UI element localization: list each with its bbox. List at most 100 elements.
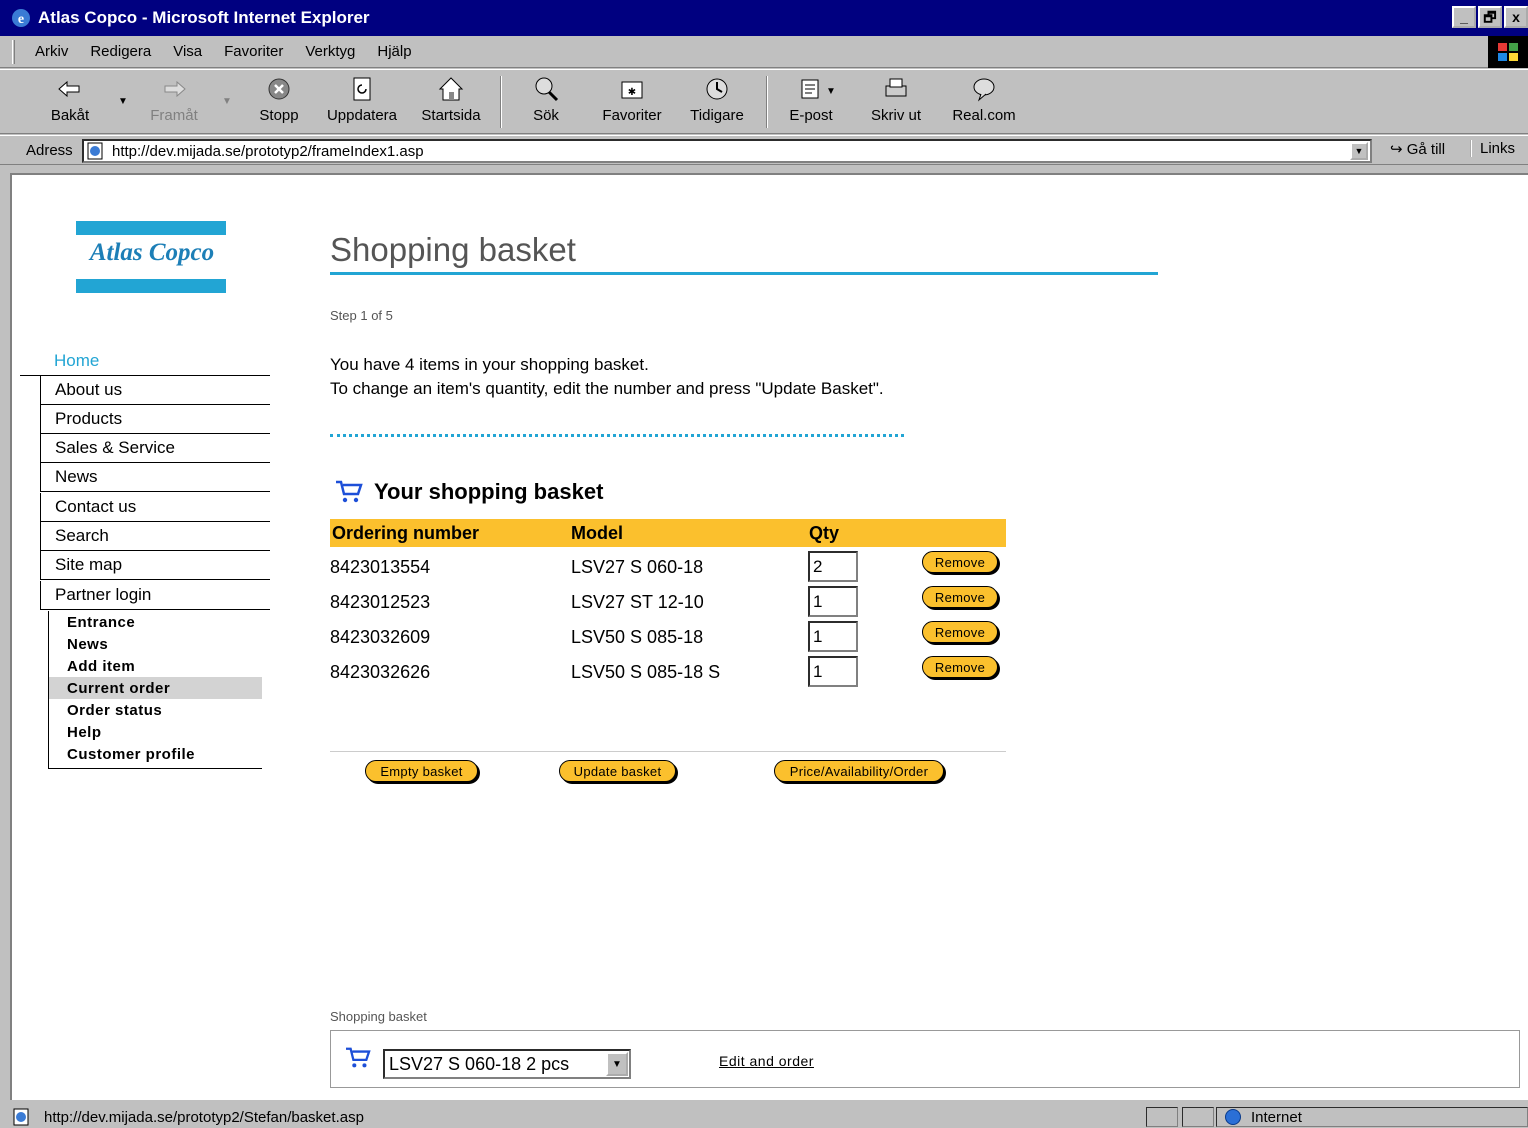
logo-text: Atlas Copco: [89, 239, 215, 266]
chevron-down-icon[interactable]: ▼: [606, 1052, 628, 1076]
dotted-divider: [330, 434, 904, 437]
sub-news[interactable]: News: [49, 633, 262, 655]
sub-add-item[interactable]: Add item: [49, 655, 262, 677]
close-button[interactable]: x: [1504, 6, 1528, 28]
basket-item-select[interactable]: LSV27 S 060-18 2 pcs ▼: [383, 1049, 631, 1079]
forward-dropdown-icon[interactable]: ▼: [222, 96, 232, 107]
status-url-text: http://dev.mijada.se/prototyp2/Stefan/ba…: [44, 1108, 364, 1126]
refresh-button[interactable]: Uppdatera: [327, 74, 397, 130]
go-button[interactable]: ↪ Gå till: [1390, 140, 1445, 158]
basket-heading: Your shopping basket: [334, 479, 603, 505]
table-row: 8423013554 LSV27 S 060-18 Remove: [330, 549, 1006, 584]
print-label: Skriv ut: [870, 107, 921, 124]
sub-current-order[interactable]: Current order: [49, 677, 262, 699]
menu-hjalp[interactable]: Hjälp: [377, 43, 411, 60]
address-field[interactable]: http://dev.mijada.se/prototyp2/frameInde…: [82, 139, 1372, 163]
links-button[interactable]: Links: [1470, 140, 1515, 157]
qty-input[interactable]: [808, 621, 858, 652]
back-dropdown-icon[interactable]: ▼: [118, 96, 128, 107]
empty-basket-button[interactable]: Empty basket: [365, 760, 478, 782]
print-button[interactable]: Skriv ut: [862, 74, 930, 130]
menu-redigera[interactable]: Redigera: [90, 43, 151, 60]
qty-input[interactable]: [808, 586, 858, 617]
nav-news[interactable]: News: [40, 463, 270, 492]
col-model: Model: [571, 523, 623, 543]
forward-label: Framåt: [150, 107, 198, 124]
remove-button[interactable]: Remove: [922, 621, 998, 643]
address-dropdown-icon[interactable]: ▼: [1350, 142, 1368, 160]
mail-button[interactable]: E-post: [777, 74, 845, 130]
nav-partner-login[interactable]: Partner login: [40, 581, 270, 610]
remove-button[interactable]: Remove: [922, 656, 998, 678]
title-underline: [330, 272, 1158, 275]
history-icon: [706, 78, 728, 100]
favorites-button[interactable]: ✱ Favoriter: [598, 74, 666, 130]
table-row: 8423012523 LSV27 ST 12-10 Remove: [330, 584, 1006, 619]
status-panel: [1182, 1107, 1214, 1127]
menu-verktyg[interactable]: Verktyg: [305, 43, 355, 60]
go-label: Gå till: [1406, 141, 1446, 158]
go-arrow-icon: ↪: [1390, 141, 1403, 158]
nav-sales-service[interactable]: Sales & Service: [40, 434, 270, 463]
realcom-label: Real.com: [952, 107, 1016, 124]
realcom-icon: [973, 78, 995, 102]
menu-visa[interactable]: Visa: [173, 43, 202, 60]
mail-dropdown-icon[interactable]: ▼: [826, 86, 836, 97]
home-button[interactable]: Startsida: [417, 74, 485, 130]
sub-order-status[interactable]: Order status: [49, 699, 262, 721]
sub-help[interactable]: Help: [49, 721, 262, 743]
remove-button[interactable]: Remove: [922, 586, 998, 608]
sub-entrance[interactable]: Entrance: [49, 611, 262, 633]
partner-submenu: Entrance News Add item Current order Ord…: [48, 611, 262, 769]
toolbar-separator: [500, 76, 502, 128]
stop-icon: [268, 78, 290, 100]
nav-search[interactable]: Search: [40, 522, 270, 551]
status-panel: [1146, 1107, 1178, 1127]
price-availability-order-button[interactable]: Price/Availability/Order: [774, 760, 944, 782]
back-button[interactable]: Bakåt: [36, 74, 104, 130]
minimize-button[interactable]: _: [1452, 6, 1476, 28]
nav-home[interactable]: Home: [54, 351, 99, 371]
ordering-number: 8423012523: [330, 592, 431, 612]
sub-customer-profile[interactable]: Customer profile: [49, 743, 262, 765]
nav-products[interactable]: Products: [40, 405, 270, 434]
maximize-button[interactable]: 🗗: [1478, 6, 1502, 28]
ordering-number: 8423032626: [330, 662, 431, 682]
home-icon: [438, 77, 464, 101]
stop-label: Stopp: [259, 107, 299, 124]
qty-input[interactable]: [808, 656, 858, 687]
remove-button[interactable]: Remove: [922, 551, 998, 573]
svg-text:e: e: [18, 12, 24, 27]
svg-text:✱: ✱: [628, 87, 636, 98]
col-ordering-number: Ordering number: [332, 523, 480, 543]
favorites-label: Favoriter: [602, 107, 662, 124]
forward-arrow-icon: [164, 80, 186, 98]
model: LSV27 ST 12-10: [571, 592, 704, 612]
intro-line-2: To change an item's quantity, edit the n…: [330, 379, 884, 398]
realcom-button[interactable]: Real.com: [950, 74, 1018, 130]
forward-button[interactable]: Framåt: [140, 74, 208, 130]
edit-and-order-link[interactable]: Edit and order: [719, 1053, 814, 1069]
back-arrow-icon: [58, 80, 80, 98]
nav-about-us[interactable]: About us: [40, 376, 270, 405]
search-button[interactable]: Sök: [512, 74, 580, 130]
toolbar-separator: [766, 76, 768, 128]
basket-item-selected: LSV27 S 060-18 2 pcs: [389, 1053, 570, 1074]
col-qty: Qty: [809, 523, 840, 543]
home-label: Startsida: [421, 107, 481, 124]
basket-heading-text: Your shopping basket: [374, 479, 604, 504]
nav-contact-us[interactable]: Contact us: [40, 493, 270, 522]
history-button[interactable]: Tidigare: [683, 74, 751, 130]
nav-site-map[interactable]: Site map: [40, 551, 270, 580]
menu-arkiv[interactable]: Arkiv: [35, 43, 68, 60]
stop-button[interactable]: Stopp: [245, 74, 313, 130]
status-url: http://dev.mijada.se/prototyp2/Stefan/ba…: [12, 1108, 364, 1126]
atlas-copco-logo[interactable]: Atlas Copco: [76, 221, 228, 293]
menu-favoriter[interactable]: Favoriter: [224, 43, 283, 60]
shopping-cart-icon: [346, 1047, 371, 1068]
qty-input[interactable]: [808, 551, 858, 582]
update-basket-button[interactable]: Update basket: [559, 760, 676, 782]
windows-logo-icon: [1488, 36, 1528, 68]
ie-icon: e: [12, 9, 30, 27]
mail-icon: [801, 79, 819, 99]
